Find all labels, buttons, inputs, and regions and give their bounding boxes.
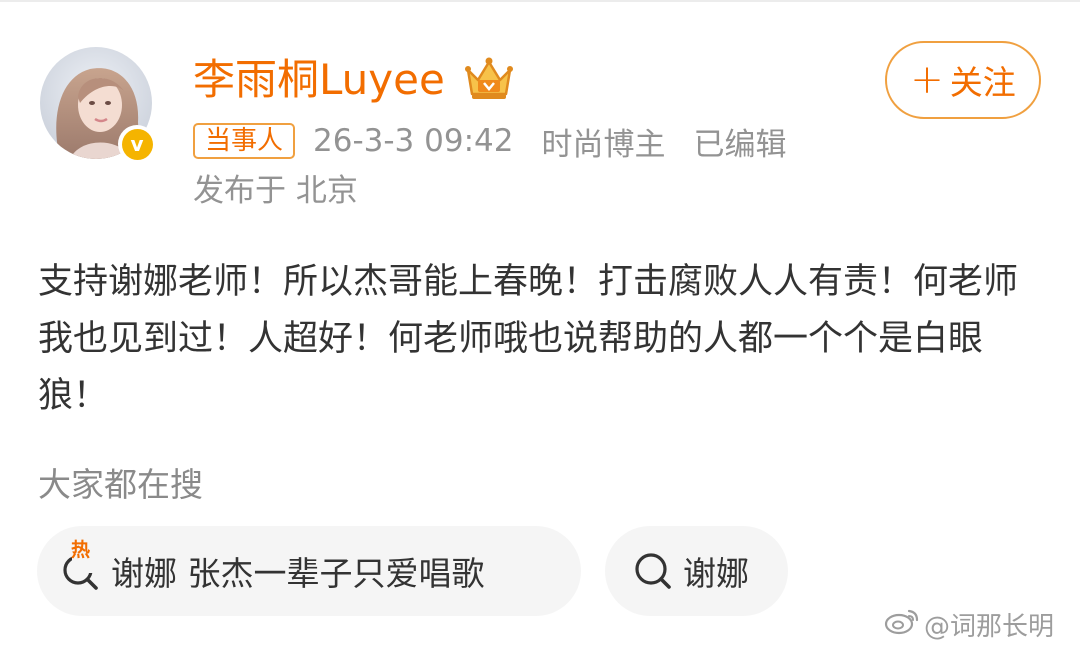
- trending-search-text: 谢娜 张杰一辈子只爱唱歌: [111, 554, 485, 593]
- follow-button[interactable]: + 关注: [885, 41, 1041, 119]
- edited-indicator[interactable]: 已编辑: [693, 119, 786, 164]
- trending-search-chip[interactable]: 谢娜: [605, 526, 788, 616]
- username[interactable]: 李雨桐Luyee: [193, 50, 445, 110]
- plus-icon: +: [910, 57, 944, 103]
- trending-search-chip[interactable]: 热 谢娜 张杰一辈子只爱唱歌: [37, 526, 581, 616]
- watermark: @词那长明: [884, 604, 1054, 644]
- hot-search-icon: 热: [59, 539, 105, 594]
- trending-search-text: 谢娜: [683, 554, 749, 593]
- search-icon: [631, 548, 677, 594]
- verified-badge-icon: v: [118, 125, 156, 163]
- post-meta: 当事人 26-3-3 09:42 时尚博主 已编辑: [193, 119, 786, 164]
- post-timestamp: 26-3-3 09:42: [313, 123, 514, 159]
- status-badge: 当事人: [193, 123, 296, 159]
- follow-button-label: 关注: [949, 63, 1016, 102]
- user-category: 时尚博主: [541, 126, 666, 163]
- trending-title: 大家都在搜: [38, 465, 203, 504]
- weibo-logo-icon: [884, 606, 920, 643]
- top-divider: [0, 0, 1080, 2]
- watermark-text: @词那长明: [924, 611, 1055, 642]
- post-body: 支持谢娜老师！所以杰哥能上春晚！打击腐败人人有责！何老师我也见到过！人超好！何老…: [38, 262, 1019, 416]
- hot-label: 热: [71, 539, 91, 561]
- post-location: 发布于 北京: [193, 173, 358, 209]
- vip-crown-icon: [464, 56, 514, 102]
